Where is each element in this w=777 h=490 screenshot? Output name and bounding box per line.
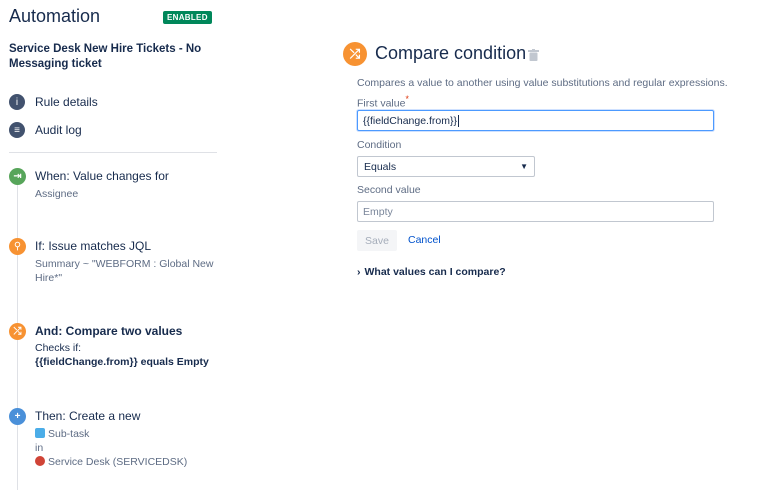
step-jql-detail: Summary ~ "WEBFORM : Global New Hire*" xyxy=(35,258,214,284)
nav-rule-details-label: Rule details xyxy=(35,95,98,109)
nav-rule-details[interactable]: i Rule details xyxy=(9,94,98,110)
project-avatar-icon xyxy=(35,456,45,466)
app-title: Automation xyxy=(9,6,101,26)
chevron-right-icon: › xyxy=(357,266,361,278)
condition-selected-value: Equals xyxy=(364,160,397,173)
status-badge: ENABLED xyxy=(163,11,212,24)
plus-icon: + xyxy=(9,408,26,425)
second-value-placeholder: Empty xyxy=(363,205,393,218)
step-action-in: in xyxy=(35,442,44,454)
divider xyxy=(9,152,217,153)
subtask-icon xyxy=(35,428,45,438)
step-trigger-detail: Assignee xyxy=(35,188,79,200)
issue-type-label: Sub-task xyxy=(48,428,90,440)
trigger-icon: ⇥ xyxy=(9,168,26,185)
second-value-label: Second value xyxy=(357,184,421,196)
info-icon: i xyxy=(9,94,25,110)
project-label: Service Desk (SERVICEDSK) xyxy=(48,456,188,468)
first-value-text: {{fieldChange.from}} xyxy=(363,114,457,127)
step-compare-detail: {{fieldChange.from}} equals Empty xyxy=(35,356,209,368)
condition-label: Condition xyxy=(357,139,402,151)
condition-select[interactable]: Equals ▼ xyxy=(357,156,535,177)
nav-audit-log[interactable]: ≡ Audit log xyxy=(9,122,82,138)
save-button[interactable]: Save xyxy=(357,230,397,251)
help-expander[interactable]: › What values can I compare? xyxy=(357,266,506,278)
list-icon: ≡ xyxy=(9,122,25,138)
panel-description: Compares a value to another using value … xyxy=(357,77,728,89)
rule-sidebar: Automation ENABLED Service Desk New Hire… xyxy=(0,0,225,490)
shuffle-icon: ⤮ xyxy=(343,42,367,66)
search-icon: ⚲ xyxy=(9,238,26,255)
rule-name: Service Desk New Hire Tickets - No Messa… xyxy=(9,43,202,70)
shuffle-icon: ⤮ xyxy=(9,323,26,340)
first-value-label: First value* xyxy=(357,94,409,110)
required-mark: * xyxy=(405,94,409,104)
step-action-title: Then: Create a new xyxy=(35,409,141,423)
step-action-issue-type: Sub-task xyxy=(35,427,220,441)
help-expander-label: What values can I compare? xyxy=(364,266,506,278)
step-trigger-title: When: Value changes for xyxy=(35,169,169,183)
step-jql-title: If: Issue matches JQL xyxy=(35,239,152,253)
text-cursor xyxy=(458,114,459,127)
caret-down-icon: ▼ xyxy=(520,162,528,171)
second-value-input[interactable]: Empty xyxy=(357,201,714,222)
step-action-project: Service Desk (SERVICEDSK) xyxy=(35,455,220,469)
panel-title: Compare condition xyxy=(375,43,527,63)
nav-audit-log-label: Audit log xyxy=(35,123,82,137)
first-value-label-text: First value xyxy=(357,97,406,110)
step-compare-title: And: Compare two values xyxy=(35,324,183,338)
cancel-button[interactable]: Cancel xyxy=(408,234,441,246)
first-value-input[interactable]: {{fieldChange.from}} xyxy=(357,110,714,131)
step-compare-prefix: Checks if: xyxy=(35,342,82,354)
trash-icon[interactable] xyxy=(528,49,539,61)
